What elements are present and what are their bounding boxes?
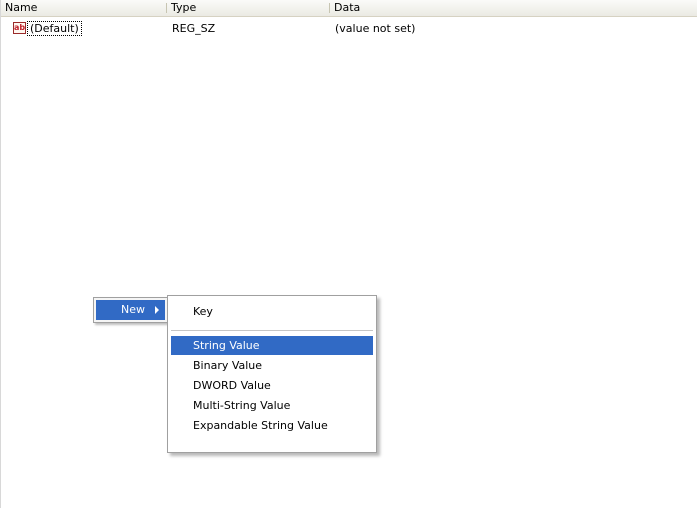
submenu-arrow-icon [155,306,159,314]
context-menu: New [93,297,168,323]
column-header-type[interactable]: Type [167,0,330,16]
registry-value-row[interactable]: ab (Default) REG_SZ (value not set) [1,20,697,38]
column-header-type-label: Type [171,1,197,14]
column-header-name-label: Name [5,1,38,14]
column-header-name[interactable]: Name [1,0,167,16]
menu-item-string-value[interactable]: String Value [171,336,373,355]
new-submenu: Key String Value Binary Value DWORD Valu… [167,295,377,453]
menu-item-expandable-string-value[interactable]: Expandable String Value [171,416,373,435]
column-header-data[interactable]: Data [330,0,697,16]
value-data: (value not set) [335,22,416,35]
menu-item-new[interactable]: New [96,300,165,320]
menu-item-multi-string-value[interactable]: Multi-String Value [171,396,373,415]
registry-values-pane: Name Type Data ab (Default) REG_SZ (valu… [0,0,697,508]
menu-item-binary-value[interactable]: Binary Value [171,356,373,375]
value-name[interactable]: (Default) [27,21,82,36]
menu-item-new-label: New [121,303,145,316]
menu-divider [171,330,373,331]
string-value-icon: ab [13,22,26,34]
menu-item-dword-value[interactable]: DWORD Value [171,376,373,395]
column-header-data-label: Data [334,1,361,14]
value-type: REG_SZ [172,22,216,35]
menu-item-key[interactable]: Key [171,302,373,321]
list-column-header: Name Type Data [1,0,697,17]
